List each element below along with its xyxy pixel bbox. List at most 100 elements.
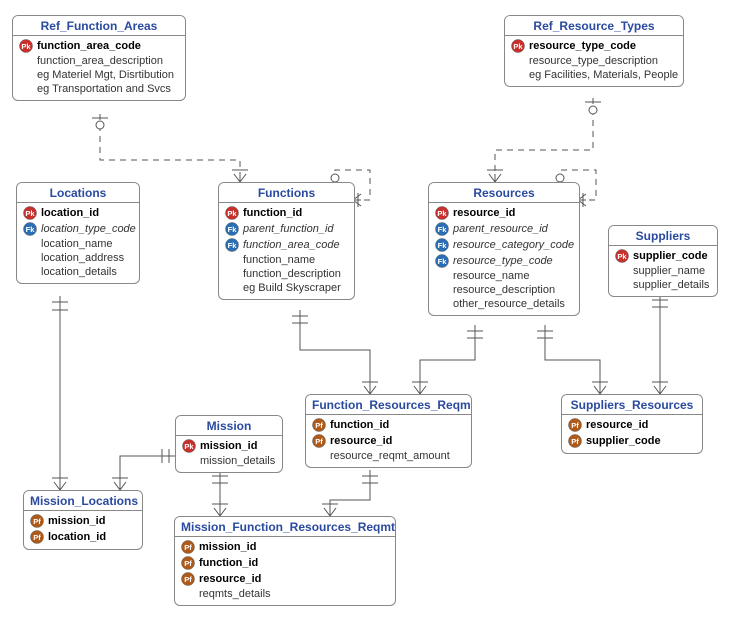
- attribute-row: Pf supplier_code: [566, 433, 698, 449]
- entity-title: Resources: [429, 183, 579, 203]
- attribute-text: resource_description: [435, 284, 555, 296]
- entity-mission[interactable]: Mission Pk mission_id mission_details: [175, 415, 283, 473]
- attribute-row: supplier_name: [613, 264, 713, 278]
- entity-title: Mission_Locations: [24, 491, 142, 511]
- attribute-row: resource_name: [433, 269, 575, 283]
- attribute-row: Pf resource_id: [179, 571, 391, 587]
- pk-icon: Pk: [182, 439, 196, 453]
- attribute-text: location_type_code: [41, 223, 136, 235]
- fk-icon: Fk: [435, 238, 449, 252]
- fk-icon: Fk: [23, 222, 37, 236]
- attribute-text: supplier_details: [615, 279, 709, 291]
- svg-text:Fk: Fk: [26, 225, 36, 234]
- attribute-text: mission_id: [199, 541, 256, 553]
- attribute-text: resource_type_code: [529, 40, 636, 52]
- attribute-text: mission_details: [182, 455, 275, 467]
- attribute-row: Fk function_area_code: [223, 237, 350, 253]
- attribute-text: function_id: [243, 207, 302, 219]
- attribute-text: function_description: [225, 268, 341, 280]
- attribute-row: Pk function_area_code: [17, 38, 181, 54]
- attribute-row: other_resource_details: [433, 297, 575, 311]
- attribute-row: function_area_description: [17, 54, 181, 68]
- attribute-row: Pf mission_id: [179, 539, 391, 555]
- entity-body: Pk function_id Fk parent_function_id Fk …: [219, 203, 354, 299]
- entity-mission-locations[interactable]: Mission_Locations Pf mission_id Pf locat…: [23, 490, 143, 550]
- entity-resources[interactable]: Resources Pk resource_id Fk parent_resou…: [428, 182, 580, 316]
- entity-body: Pf function_id Pf resource_id resource_r…: [306, 415, 471, 467]
- attribute-row: eg Materiel Mgt, Disrtibution: [17, 68, 181, 82]
- attribute-row: location_details: [21, 265, 135, 279]
- attribute-text: other_resource_details: [435, 298, 565, 310]
- attribute-row: Pf function_id: [179, 555, 391, 571]
- svg-text:Fk: Fk: [228, 241, 238, 250]
- attribute-text: function_area_description: [19, 55, 163, 67]
- attribute-row: Fk parent_resource_id: [433, 221, 575, 237]
- attribute-text: eg Transportation and Svcs: [19, 83, 171, 95]
- attribute-row: eg Transportation and Svcs: [17, 82, 181, 96]
- entity-ref-function-areas[interactable]: Ref_Function_Areas Pk function_area_code…: [12, 15, 186, 101]
- attribute-text: supplier_code: [633, 250, 708, 262]
- svg-text:Fk: Fk: [438, 225, 448, 234]
- attribute-text: eg Build Skyscraper: [225, 282, 341, 294]
- entity-title: Suppliers: [609, 226, 717, 246]
- entity-title: Functions: [219, 183, 354, 203]
- entity-body: Pk resource_id Fk parent_resource_id Fk …: [429, 203, 579, 315]
- attribute-text: supplier_code: [586, 435, 661, 447]
- entity-body: Pk location_id Fk location_type_code loc…: [17, 203, 139, 283]
- entity-function-resources-reqmts[interactable]: Function_Resources_Reqmts Pf function_id…: [305, 394, 472, 468]
- entity-body: Pf resource_id Pf supplier_code: [562, 415, 702, 453]
- attribute-row: Pk resource_type_code: [509, 38, 679, 54]
- attribute-text: function_id: [199, 557, 258, 569]
- pk-icon: Pk: [615, 249, 629, 263]
- attribute-text: function_id: [330, 419, 389, 431]
- pk-icon: Pk: [435, 206, 449, 220]
- svg-text:Pf: Pf: [571, 437, 579, 446]
- attribute-row: supplier_details: [613, 278, 713, 292]
- attribute-row: resource_reqmt_amount: [310, 449, 467, 463]
- attribute-text: resource_category_code: [453, 239, 574, 251]
- entity-locations[interactable]: Locations Pk location_id Fk location_typ…: [16, 182, 140, 284]
- attribute-text: supplier_name: [615, 265, 705, 277]
- svg-text:Pf: Pf: [33, 517, 41, 526]
- attribute-row: Pf mission_id: [28, 513, 138, 529]
- svg-text:Pf: Pf: [184, 543, 192, 552]
- attribute-text: parent_resource_id: [453, 223, 548, 235]
- svg-text:Fk: Fk: [438, 241, 448, 250]
- svg-text:Pk: Pk: [437, 209, 447, 218]
- attribute-text: resource_name: [435, 270, 529, 282]
- attribute-text: function_name: [225, 254, 315, 266]
- svg-text:Pf: Pf: [315, 437, 323, 446]
- pk-icon: Pk: [23, 206, 37, 220]
- pf-icon: Pf: [568, 434, 582, 448]
- pk-icon: Pk: [511, 39, 525, 53]
- attribute-text: resource_reqmt_amount: [312, 450, 450, 462]
- attribute-row: eg Facilities, Materials, People: [509, 68, 679, 82]
- attribute-row: Fk location_type_code: [21, 221, 135, 237]
- attribute-row: mission_details: [180, 454, 278, 468]
- entity-title: Mission_Function_Resources_Reqmts: [175, 517, 395, 537]
- svg-text:Pk: Pk: [227, 209, 237, 218]
- attribute-text: location_address: [23, 252, 124, 264]
- attribute-text: location_name: [23, 238, 113, 250]
- svg-text:Fk: Fk: [438, 257, 448, 266]
- entity-body: Pf mission_id Pf function_id Pf resource…: [175, 537, 395, 605]
- entity-body: Pk supplier_code supplier_name supplier_…: [609, 246, 717, 296]
- entity-title: Locations: [17, 183, 139, 203]
- attribute-row: location_address: [21, 251, 135, 265]
- attribute-row: Pk location_id: [21, 205, 135, 221]
- attribute-row: Pf function_id: [310, 417, 467, 433]
- pf-icon: Pf: [30, 514, 44, 528]
- pf-icon: Pf: [30, 530, 44, 544]
- entity-suppliers[interactable]: Suppliers Pk supplier_code supplier_name…: [608, 225, 718, 297]
- entity-functions[interactable]: Functions Pk function_id Fk parent_funct…: [218, 182, 355, 300]
- entity-mission-function-resources-reqmts[interactable]: Mission_Function_Resources_Reqmts Pf mis…: [174, 516, 396, 606]
- entity-ref-resource-types[interactable]: Ref_Resource_Types Pk resource_type_code…: [504, 15, 684, 87]
- attribute-text: location_details: [23, 266, 117, 278]
- attribute-row: function_name: [223, 253, 350, 267]
- entity-suppliers-resources[interactable]: Suppliers_Resources Pf resource_id Pf su…: [561, 394, 703, 454]
- attribute-text: resource_type_description: [511, 55, 658, 67]
- attribute-text: resource_id: [453, 207, 515, 219]
- entity-title: Ref_Function_Areas: [13, 16, 185, 36]
- entity-body: Pk function_area_code function_area_desc…: [13, 36, 185, 100]
- attribute-row: Pf resource_id: [566, 417, 698, 433]
